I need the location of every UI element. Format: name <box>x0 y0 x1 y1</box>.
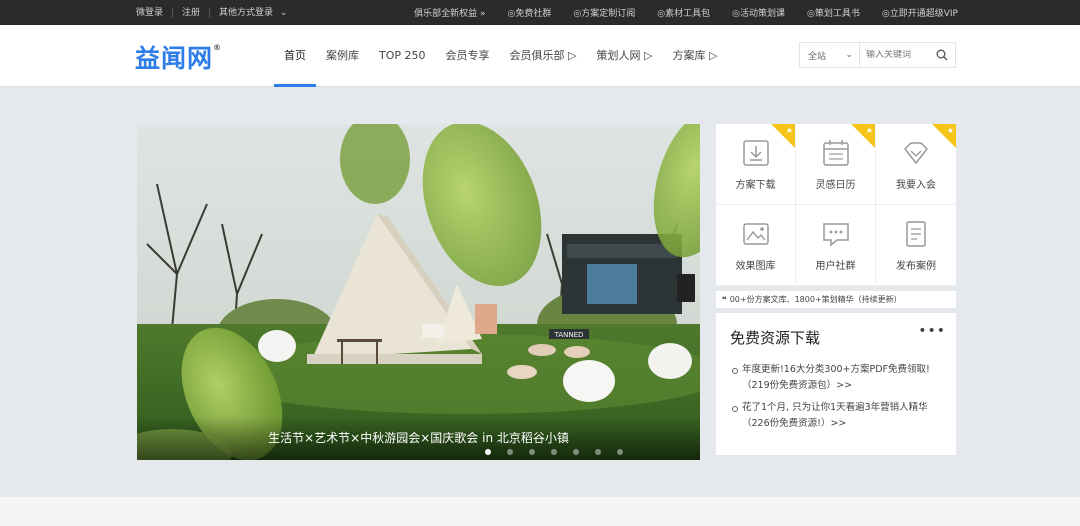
registered-mark: ® <box>213 42 223 52</box>
material-kit-link[interactable]: ◎素材工具包 <box>646 6 721 19</box>
free-resources-title: 免费资源下载 <box>730 329 821 347</box>
quick-inspiration-calendar[interactable]: ★ 灵感日历 <box>796 124 876 205</box>
quick-label: 灵感日历 <box>815 179 856 191</box>
nav-member-exclusive[interactable]: 会员专享 <box>436 25 500 87</box>
carousel-dot[interactable] <box>551 449 557 455</box>
other-login-link[interactable]: 其他方式登录 ⌄ <box>210 8 296 18</box>
tool-book-link[interactable]: ◎策划工具书 <box>796 6 871 19</box>
carousel-dot[interactable] <box>507 449 513 455</box>
badge-corner: ★ <box>932 124 956 148</box>
plan-subscribe-label: 方案定制订阅 <box>581 9 636 19</box>
list-item[interactable]: 花了1个月, 只为让你1天看遍3年营销人精华（226份免费资源!）>> <box>730 400 942 432</box>
nav-plan-library[interactable]: 方案库 ▷ <box>662 25 727 87</box>
material-kit-label: 素材工具包 <box>665 9 711 19</box>
main-nav: 首页 案例库 TOP 250 会员专享 会员俱乐部 ▷ 策划人网 ▷ 方案库 ▷ <box>274 25 727 87</box>
chevron-down-icon: ⌄ <box>279 7 288 18</box>
quick-label: 我要入会 <box>896 179 936 191</box>
document-icon <box>906 220 926 247</box>
carousel-dot[interactable] <box>485 449 491 455</box>
nav-home[interactable]: 首页 <box>274 25 316 87</box>
club-benefit-link[interactable]: 俱乐部全新权益 » <box>403 6 496 19</box>
quick-plan-download[interactable]: ★ 方案下载 <box>716 124 796 205</box>
other-login-label: 其他方式登录 <box>219 7 274 18</box>
search-input[interactable] <box>860 50 932 60</box>
quick-label: 发布案例 <box>896 260 936 272</box>
login-link[interactable]: 微登录 <box>136 7 174 18</box>
free-resources-list: 年度更新!16大分类300+方案PDF免费领取!（219份免费资源包）>> 花了… <box>730 362 942 432</box>
library-stats-strip: ❝ 00+份方案文库、1800+策划精华（持续更新） <box>716 291 956 308</box>
banner-sign-text: TANNED <box>554 331 584 339</box>
event-course-label: 活动策划课 <box>740 9 786 19</box>
free-resources-panel: 免费资源下载 ••• 年度更新!16大分类300+方案PDF免费领取!（219份… <box>716 313 956 455</box>
quote-icon: ❝ <box>722 295 727 304</box>
quick-join-member[interactable]: ★ 我要入会 <box>876 124 956 205</box>
diamond-icon <box>903 141 929 164</box>
account-links: 微登录 注册 其他方式登录 ⌄ <box>136 0 296 25</box>
hero-banner[interactable]: TANNED 生活节×艺术节×中秋游园会×国庆歌会 in 北京稻谷小镇 <box>137 124 700 460</box>
nav-planners[interactable]: 策划人网 ▷ <box>586 25 662 87</box>
image-icon <box>742 222 769 245</box>
carousel-dot[interactable] <box>595 449 601 455</box>
search-scope-value: 全站 <box>808 51 827 62</box>
quick-label: 效果图库 <box>735 260 776 272</box>
search-icon[interactable] <box>932 49 952 61</box>
calendar-icon <box>822 139 849 166</box>
quick-label: 用户社群 <box>815 260 856 272</box>
top-bar: 微登录 注册 其他方式登录 ⌄ 俱乐部全新权益 » ◎免费社群 ◎方案定制订阅 … <box>0 0 1080 25</box>
quick-render-gallery[interactable]: 效果图库 <box>716 205 796 286</box>
vip-label: 立即开通超级VIP <box>889 9 958 19</box>
chat-icon <box>822 222 849 247</box>
download-icon <box>742 139 769 166</box>
badge-corner: ★ <box>771 124 795 148</box>
quick-label: 方案下载 <box>735 179 776 191</box>
page-footer-strip <box>0 497 1080 526</box>
logo-text: 益闻网 <box>135 44 214 73</box>
badge-corner: ★ <box>851 124 875 148</box>
tool-book-label: 策划工具书 <box>814 9 860 19</box>
banner-photo: TANNED <box>137 124 700 460</box>
free-community-link[interactable]: ◎免费社群 <box>497 6 563 19</box>
carousel-dots <box>485 449 623 455</box>
carousel-dot[interactable] <box>573 449 579 455</box>
site-logo[interactable]: 益闻网® <box>135 39 222 75</box>
carousel-dot[interactable] <box>617 449 623 455</box>
carousel-dot[interactable] <box>529 449 535 455</box>
banner-caption: 生活节×艺术节×中秋游园会×国庆歌会 in 北京稻谷小镇 <box>268 431 569 445</box>
nav-member-club[interactable]: 会员俱乐部 ▷ <box>500 25 587 87</box>
free-community-label: 免费社群 <box>515 9 552 19</box>
quick-access-grid: ★ 方案下载 ★ 灵感日历 ★ 我要入会 效果图库 用户社群 发布案例 <box>716 124 956 286</box>
list-item[interactable]: 年度更新!16大分类300+方案PDF免费领取!（219份免费资源包）>> <box>730 362 942 394</box>
nav-top250[interactable]: TOP 250 <box>369 25 436 87</box>
top-links: 俱乐部全新权益 » ◎免费社群 ◎方案定制订阅 ◎素材工具包 ◎活动策划课 ◎策… <box>403 0 958 25</box>
quick-user-community[interactable]: 用户社群 <box>796 205 876 286</box>
nav-cases[interactable]: 案例库 <box>316 25 369 87</box>
quick-publish-case[interactable]: 发布案例 <box>876 205 956 286</box>
register-link[interactable]: 注册 <box>173 7 211 18</box>
search-box: 全站 ⌄ <box>799 42 956 68</box>
header: 益闻网® 首页 案例库 TOP 250 会员专享 会员俱乐部 ▷ 策划人网 ▷ … <box>0 25 1080 87</box>
chevron-down-icon: ⌄ <box>845 50 853 60</box>
library-stats-text: 00+份方案文库、1800+策划精华（持续更新） <box>729 295 902 304</box>
event-course-link[interactable]: ◎活动策划课 <box>721 6 796 19</box>
plan-subscribe-link[interactable]: ◎方案定制订阅 <box>562 6 646 19</box>
star-icon: ★ <box>946 126 954 135</box>
more-icon[interactable]: ••• <box>918 323 946 339</box>
search-scope-select[interactable]: 全站 ⌄ <box>800 43 860 67</box>
star-icon: ★ <box>865 126 873 135</box>
star-icon: ★ <box>785 126 793 135</box>
vip-link[interactable]: ◎立即开通超级VIP <box>871 6 958 19</box>
